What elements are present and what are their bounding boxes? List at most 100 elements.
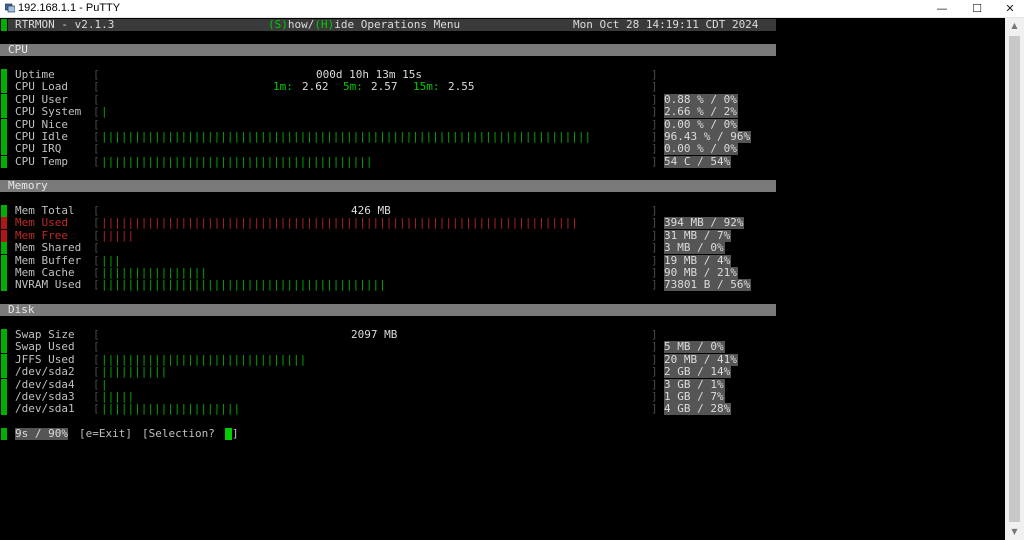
mem-row-0-marker [1, 217, 7, 229]
disk-row-1-marker [1, 354, 7, 366]
disk-row-2-marker [1, 366, 7, 378]
datetime: Mon Oct 28 14:19:11 CDT 2024 [573, 18, 759, 31]
show-key[interactable]: (S) [268, 18, 288, 31]
cpu-load-label: CPU Load [15, 80, 68, 94]
disk-row-2-bracket-open: [ [93, 365, 100, 378]
disk-row-2-bracket-close: ] [651, 365, 658, 378]
load-15m-value: 2.55 [448, 80, 475, 94]
section-bar-memory: Memory [0, 180, 776, 192]
mem-row-0-value: 394 MB / 92% [664, 216, 745, 229]
cpu-row-1-bracket-open: [ [93, 105, 100, 118]
disk-row-5-bar: ||||||||||||||||||||| [101, 403, 241, 415]
disk-row-2-value: 2 GB / 14% [664, 365, 732, 378]
disk-row-5-bracket-open: [ [93, 402, 100, 415]
disk-row-4-marker [1, 391, 7, 403]
cpu-row-5-label: CPU Temp [15, 155, 68, 168]
uptime-value: 000d 10h 13m 15s [316, 68, 422, 81]
scroll-up-arrow-icon[interactable]: ▲ [1005, 18, 1024, 34]
close-button[interactable]: ✕ [994, 0, 1024, 17]
mem-row-1-marker [1, 230, 7, 242]
mem-row-3-bar: ||| [101, 255, 121, 267]
cpu-row-5-bar: ||||||||||||||||||||||||||||||||||||||||… [101, 156, 373, 168]
mem-row-1-bar: ||||| [101, 230, 135, 242]
app-version: RTRMON - v2.1.3 [15, 18, 115, 31]
maximize-button[interactable]: ☐ [961, 0, 993, 17]
mem-total-value: 426 MB [351, 204, 391, 217]
mem-row-5-bracket-close: ] [651, 278, 658, 291]
window-title: 192.168.1.1 - PuTTY [18, 2, 121, 14]
header-marker [1, 19, 7, 31]
cpu-row-1-marker [1, 106, 7, 118]
mem-row-0-label: Mem Used [15, 216, 68, 229]
mem-row-4-marker [1, 267, 7, 279]
scroll-down-arrow-icon[interactable]: ▼ [1005, 524, 1024, 540]
input-cursor[interactable] [225, 428, 232, 440]
disk-row-5-label: /dev/sda1 [15, 402, 75, 415]
load-1m-value: 2.62 [302, 80, 329, 94]
operations-menu-toggle[interactable]: (S)how/(H)ide Operations Menu [268, 19, 460, 31]
cpu-row-5-bracket-close: ] [651, 155, 658, 168]
mem-row-5-bar: ||||||||||||||||||||||||||||||||||||||||… [101, 279, 386, 291]
mem-row-2-label: Mem Shared [15, 241, 82, 254]
mem-row-2-bracket-open: [ [93, 241, 100, 254]
disk-row-3-bar: | [101, 379, 108, 391]
uptime-bracket-open: [ [93, 68, 100, 81]
cpu-row-4-bracket-close: ] [651, 142, 658, 155]
menu-text-rest: ide Operations Menu [334, 18, 461, 31]
disk-row-2-bar: |||||||||| [101, 366, 168, 378]
disk-row-0-marker [1, 341, 7, 353]
section-bar-cpu: CPU [0, 44, 776, 56]
uptime-marker [1, 69, 7, 81]
cpu-row-1-bar: | [101, 106, 108, 118]
mem-row-2-marker [1, 242, 7, 254]
disk-row-0-value: 5 MB / 0% [664, 340, 725, 353]
mem-row-5-bracket-open: [ [93, 278, 100, 291]
load-5m-value: 2.57 [371, 80, 398, 94]
load-5m-label: 5m: [343, 80, 363, 94]
mem-row-3-marker [1, 255, 7, 267]
cpu-row-5-marker [1, 156, 7, 168]
refresh-timer: 9s / 90% [15, 427, 68, 440]
mem-row-5-label: NVRAM Used [15, 278, 82, 291]
cpu-row-1-label: CPU System [15, 105, 82, 118]
selection-prompt: [Selection? [142, 427, 222, 440]
scrollbar-thumb[interactable] [1009, 36, 1020, 522]
section-title-disk: Disk [8, 303, 35, 316]
disk-row-3-marker [1, 379, 7, 391]
swap-size-marker [1, 329, 7, 341]
cpu-row-4-label: CPU IRQ [15, 142, 62, 155]
selection-prompt-end: ] [232, 427, 239, 440]
cpu-row-1-bracket-close: ] [651, 105, 658, 118]
mem-row-4-bar: |||||||||||||||| [101, 267, 207, 279]
footer-marker [1, 428, 7, 440]
section-title-memory: Memory [8, 179, 48, 192]
mem-row-2-value: 3 MB / 0% [664, 241, 725, 254]
hide-key[interactable]: (H) [314, 18, 334, 31]
mem-row-0-bar: ||||||||||||||||||||||||||||||||||||||||… [101, 217, 578, 229]
mem-row-0-bracket-open: [ [93, 216, 100, 229]
disk-row-4-bar: ||||| [101, 391, 135, 403]
menu-text-show: how/ [287, 18, 315, 31]
putty-app-icon [5, 3, 15, 13]
exit-hint: [e=Exit] [79, 427, 132, 440]
swap-size-value: 2097 MB [351, 328, 398, 341]
cpu-row-5-bracket-open: [ [93, 155, 100, 168]
cpu-row-3-bar: ||||||||||||||||||||||||||||||||||||||||… [101, 131, 592, 143]
mem-row-5-marker [1, 279, 7, 291]
vertical-scrollbar[interactable]: ▲ ▼ [1005, 18, 1024, 540]
window-titlebar: 192.168.1.1 - PuTTY — ☐ ✕ [0, 0, 1024, 18]
section-bar-disk: Disk [0, 304, 776, 316]
disk-row-5-value: 4 GB / 28% [664, 402, 732, 415]
disk-row-0-bracket-open: [ [93, 340, 100, 353]
minimize-button[interactable]: — [926, 0, 958, 17]
mem-total-marker [1, 205, 7, 217]
disk-row-1-bar: ||||||||||||||||||||||||||||||| [101, 354, 307, 366]
uptime-bracket-close: ] [651, 68, 658, 81]
disk-row-0-label: Swap Used [15, 340, 75, 353]
disk-row-5-marker [1, 403, 7, 415]
cpu-row-3-marker [1, 131, 7, 143]
terminal-area[interactable]: RTRMON - v2.1.3 (S)how/(H)ide Operations… [0, 18, 1005, 540]
cpu-row-4-bracket-open: [ [93, 142, 100, 155]
disk-row-2-label: /dev/sda2 [15, 365, 75, 378]
disk-row-0-bracket-close: ] [651, 340, 658, 353]
